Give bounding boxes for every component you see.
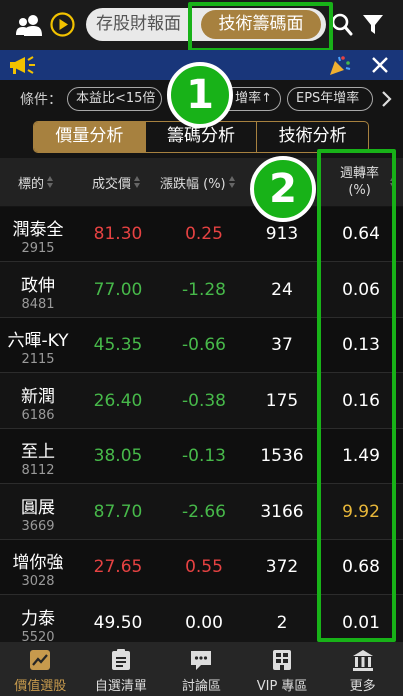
- price-cell: 45.35: [93, 335, 143, 355]
- sort-icon: [134, 176, 141, 188]
- stock-code: 8112: [21, 463, 55, 478]
- highlight-box-turnover-column: [317, 149, 396, 642]
- more-icon: [351, 648, 375, 672]
- change-cell: -0.13: [182, 446, 226, 466]
- header-change[interactable]: 漲跌幅 (%): [160, 158, 236, 206]
- highlight-box-tab: [188, 2, 333, 52]
- nav-vip[interactable]: VIP 專區: [242, 642, 323, 696]
- confetti-icon: [328, 54, 352, 76]
- annotation-badge-2: 2: [250, 156, 316, 222]
- change-cell: -0.66: [182, 335, 226, 355]
- price-cell: 27.65: [93, 557, 143, 577]
- volume-cell: 1536: [260, 446, 304, 466]
- bottom-nav: 價值選股 自選清單 討論區 VIP 專區 更多: [0, 642, 403, 696]
- header-price[interactable]: 成交價: [92, 158, 141, 206]
- megaphone-icon: [8, 55, 36, 75]
- stock-name: 新潤: [21, 386, 55, 407]
- condition-chip-pe[interactable]: 本益比<15倍: [67, 87, 162, 111]
- volume-cell: 24: [271, 279, 293, 300]
- tab-financial-view[interactable]: 存股財報面: [96, 8, 181, 41]
- volume-cell: 175: [265, 390, 299, 411]
- close-icon[interactable]: [368, 53, 392, 77]
- nav-watchlist[interactable]: 自選清單: [81, 642, 162, 696]
- tab-technical-analysis[interactable]: 技術分析: [256, 122, 368, 152]
- stock-code: 2915: [21, 241, 55, 256]
- stock-name: 潤泰全: [12, 220, 64, 240]
- chat-icon: [189, 648, 213, 672]
- nav-more[interactable]: 更多: [322, 642, 403, 696]
- sort-icon: [228, 176, 236, 188]
- price-cell: 77.00: [93, 279, 143, 300]
- stock-name: 六暉-KY: [7, 331, 69, 351]
- stock-name: 增你強: [12, 553, 64, 573]
- vip-icon: [270, 648, 294, 672]
- stock-name: 圓展: [21, 497, 55, 518]
- sort-icon: [47, 176, 54, 188]
- header-symbol[interactable]: 標的: [18, 158, 54, 206]
- volume-cell: 37: [271, 335, 293, 355]
- nav-discussion[interactable]: 討論區: [161, 642, 242, 696]
- chart-icon: [28, 648, 52, 672]
- price-cell: 81.30: [93, 224, 143, 244]
- tab-price-volume[interactable]: 價量分析: [34, 122, 145, 152]
- volume-cell: 372: [265, 557, 299, 577]
- stock-code: 3669: [21, 518, 55, 534]
- condition-chip-eps[interactable]: EPS年增率: [287, 87, 373, 111]
- conditions-label: 條件：: [20, 92, 62, 108]
- stock-code: 8481: [21, 296, 55, 312]
- chevron-right-icon[interactable]: [378, 88, 396, 110]
- price-cell: 87.70: [93, 501, 143, 522]
- users-icon[interactable]: [16, 13, 42, 37]
- change-cell: -0.38: [182, 390, 226, 411]
- filter-icon[interactable]: [362, 13, 384, 37]
- volume-cell: 3166: [260, 501, 304, 522]
- stock-code: 6186: [21, 407, 55, 423]
- annotation-badge-1: 1: [167, 62, 233, 128]
- list-icon: [109, 648, 133, 672]
- play-icon[interactable]: [50, 12, 75, 37]
- change-cell: 0.55: [185, 557, 223, 577]
- stock-code: 3028: [21, 574, 55, 589]
- stock-name: 力泰: [21, 608, 55, 629]
- stock-code: 2115: [21, 352, 55, 367]
- change-cell: -2.66: [182, 501, 226, 522]
- search-icon[interactable]: [330, 12, 354, 38]
- stock-name: 至上: [21, 442, 55, 462]
- change-cell: 0.25: [185, 224, 223, 244]
- price-cell: 38.05: [93, 446, 143, 466]
- price-cell: 26.40: [93, 390, 143, 411]
- change-cell: -1.28: [182, 279, 226, 300]
- nav-value-screener[interactable]: 價值選股: [0, 642, 81, 696]
- stock-name: 政伸: [21, 275, 55, 296]
